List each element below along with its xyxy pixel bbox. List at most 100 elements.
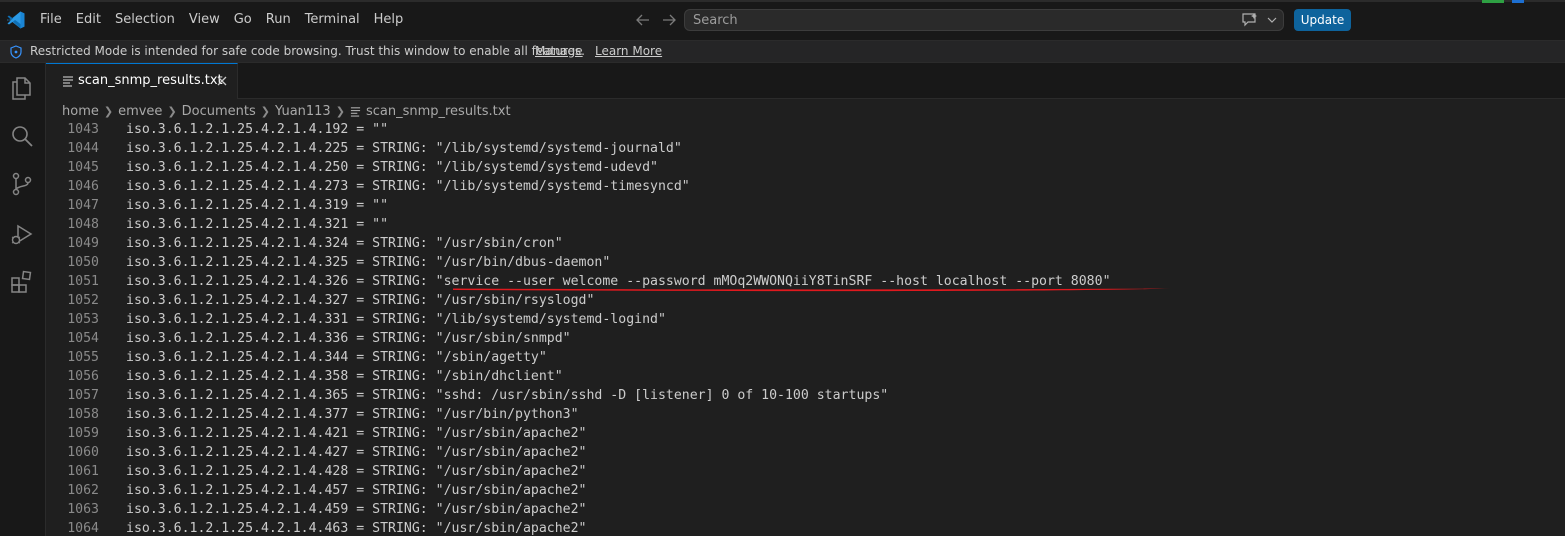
line-number: 1061 (67, 464, 99, 479)
line-text[interactable]: iso.3.6.1.2.1.25.4.2.1.4.273 = STRING: "… (126, 177, 690, 196)
line-text[interactable]: iso.3.6.1.2.1.25.4.2.1.4.428 = STRING: "… (126, 462, 587, 481)
code-line[interactable]: 1061 iso.3.6.1.2.1.25.4.2.1.4.428 = STRIN… (46, 462, 1565, 481)
command-center-search[interactable] (684, 9, 1284, 31)
tab-strip: scan_snmp_results.txt (46, 63, 1565, 99)
line-text[interactable]: iso.3.6.1.2.1.25.4.2.1.4.377 = STRING: "… (126, 405, 579, 424)
line-text[interactable]: iso.3.6.1.2.1.25.4.2.1.4.331 = STRING: "… (126, 310, 666, 329)
search-icon[interactable] (9, 123, 35, 149)
close-icon[interactable] (216, 75, 228, 87)
line-text[interactable]: iso.3.6.1.2.1.25.4.2.1.4.457 = STRING: "… (126, 481, 587, 500)
line-text[interactable]: iso.3.6.1.2.1.25.4.2.1.4.358 = STRING: "… (126, 367, 563, 386)
code-line[interactable]: 1049 iso.3.6.1.2.1.25.4.2.1.4.324 = STRIN… (46, 234, 1565, 253)
line-text[interactable]: iso.3.6.1.2.1.25.4.2.1.4.463 = STRING: "… (126, 519, 587, 536)
line-text[interactable]: iso.3.6.1.2.1.25.4.2.1.4.459 = STRING: "… (126, 500, 587, 519)
line-number: 1049 (67, 236, 99, 251)
line-number: 1043 (67, 122, 99, 137)
code-line[interactable]: 1063 iso.3.6.1.2.1.25.4.2.1.4.459 = STRIN… (46, 500, 1565, 519)
line-text[interactable]: iso.3.6.1.2.1.25.4.2.1.4.365 = STRING: "… (126, 386, 888, 405)
editor-content[interactable]: 1043 iso.3.6.1.2.1.25.4.2.1.4.192 = "" 10… (46, 120, 1565, 536)
menu-go[interactable]: Go (227, 0, 259, 40)
code-line[interactable]: 1054 iso.3.6.1.2.1.25.4.2.1.4.336 = STRIN… (46, 329, 1565, 348)
code-line[interactable]: 1048 iso.3.6.1.2.1.25.4.2.1.4.321 = "" (46, 215, 1565, 234)
manage-link[interactable]: Manage (535, 44, 583, 58)
tab-label: scan_snmp_results.txt (78, 73, 223, 88)
menu-help[interactable]: Help (367, 0, 411, 40)
line-text[interactable]: iso.3.6.1.2.1.25.4.2.1.4.225 = STRING: "… (126, 139, 682, 158)
arrow-right-icon[interactable] (660, 11, 678, 29)
explorer-icon[interactable] (9, 75, 35, 101)
line-text[interactable]: iso.3.6.1.2.1.25.4.2.1.4.324 = STRING: "… (126, 234, 563, 253)
breadcrumb-yuan113[interactable]: Yuan113 (275, 104, 331, 119)
menu-view[interactable]: View (182, 0, 227, 40)
source-control-icon[interactable] (9, 171, 35, 197)
line-text[interactable]: iso.3.6.1.2.1.25.4.2.1.4.319 = "" (126, 196, 388, 215)
text-file-icon (350, 106, 361, 117)
line-number: 1045 (67, 160, 99, 175)
line-number: 1046 (67, 179, 99, 194)
line-number: 1055 (67, 350, 99, 365)
code-line[interactable]: 1056 iso.3.6.1.2.1.25.4.2.1.4.358 = STRIN… (46, 367, 1565, 386)
chevron-right-icon: ❯ (260, 104, 270, 118)
activity-bar (0, 63, 46, 536)
code-line[interactable]: 1047 iso.3.6.1.2.1.25.4.2.1.4.319 = "" (46, 196, 1565, 215)
line-number: 1056 (67, 369, 99, 384)
code-line[interactable]: 1058 iso.3.6.1.2.1.25.4.2.1.4.377 = STRIN… (46, 405, 1565, 424)
title-bar: File Edit Selection View Go Run Terminal… (0, 0, 1565, 40)
update-button[interactable]: Update (1294, 9, 1351, 31)
code-line[interactable]: 1043 iso.3.6.1.2.1.25.4.2.1.4.192 = "" (46, 120, 1565, 139)
code-line[interactable]: 1060 iso.3.6.1.2.1.25.4.2.1.4.427 = STRIN… (46, 443, 1565, 462)
extensions-icon[interactable] (9, 269, 35, 295)
chat-icon[interactable] (1241, 12, 1259, 28)
chevron-right-icon: ❯ (103, 104, 114, 118)
arrow-left-icon[interactable] (634, 11, 652, 29)
line-text[interactable]: iso.3.6.1.2.1.25.4.2.1.4.327 = STRING: "… (126, 291, 594, 310)
line-text[interactable]: iso.3.6.1.2.1.25.4.2.1.4.250 = STRING: "… (126, 158, 658, 177)
code-line[interactable]: 1044 iso.3.6.1.2.1.25.4.2.1.4.225 = STRIN… (46, 139, 1565, 158)
vscode-logo-icon (7, 11, 25, 29)
breadcrumb-home[interactable]: home (62, 104, 99, 119)
line-text[interactable]: iso.3.6.1.2.1.25.4.2.1.4.192 = "" (126, 120, 388, 139)
line-text[interactable]: iso.3.6.1.2.1.25.4.2.1.4.321 = "" (126, 215, 388, 234)
breadcrumb-emvee[interactable]: emvee (118, 104, 162, 119)
line-number: 1050 (67, 255, 99, 270)
line-text[interactable]: iso.3.6.1.2.1.25.4.2.1.4.336 = STRING: "… (126, 329, 571, 348)
code-line[interactable]: 1052 iso.3.6.1.2.1.25.4.2.1.4.327 = STRIN… (46, 291, 1565, 310)
line-text[interactable]: iso.3.6.1.2.1.25.4.2.1.4.344 = STRING: "… (126, 348, 547, 367)
line-number: 1048 (67, 217, 99, 232)
menu-file[interactable]: File (33, 0, 69, 40)
code-line[interactable]: 1064 iso.3.6.1.2.1.25.4.2.1.4.463 = STRIN… (46, 519, 1565, 536)
run-debug-icon[interactable] (9, 221, 35, 247)
line-number: 1063 (67, 502, 99, 517)
code-line[interactable]: 1059 iso.3.6.1.2.1.25.4.2.1.4.421 = STRIN… (46, 424, 1565, 443)
menu-terminal[interactable]: Terminal (298, 0, 367, 40)
tab-scan-snmp-results[interactable]: scan_snmp_results.txt (46, 63, 238, 99)
code-line[interactable]: 1062 iso.3.6.1.2.1.25.4.2.1.4.457 = STRIN… (46, 481, 1565, 500)
line-number: 1060 (67, 445, 99, 460)
breadcrumb-documents[interactable]: Documents (182, 104, 256, 119)
breadcrumb: home ❯ emvee ❯ Documents ❯ Yuan113 ❯ sca… (62, 101, 511, 121)
line-number: 1059 (67, 426, 99, 441)
line-number: 1062 (67, 483, 99, 498)
status-indicator (1482, 0, 1504, 3)
line-number: 1064 (67, 521, 99, 536)
code-line[interactable]: 1046 iso.3.6.1.2.1.25.4.2.1.4.273 = STRIN… (46, 177, 1565, 196)
menu-run[interactable]: Run (259, 0, 298, 40)
code-line[interactable]: 1057 iso.3.6.1.2.1.25.4.2.1.4.365 = STRIN… (46, 386, 1565, 405)
search-input[interactable] (693, 10, 1213, 30)
line-text[interactable]: iso.3.6.1.2.1.25.4.2.1.4.325 = STRING: "… (126, 253, 610, 272)
menu-edit[interactable]: Edit (69, 0, 108, 40)
line-number: 1053 (67, 312, 99, 327)
chevron-down-icon[interactable] (1267, 15, 1277, 25)
line-number: 1058 (67, 407, 99, 422)
code-line[interactable]: 1053 iso.3.6.1.2.1.25.4.2.1.4.331 = STRIN… (46, 310, 1565, 329)
learn-more-link[interactable]: Learn More (595, 44, 662, 58)
breadcrumb-file[interactable]: scan_snmp_results.txt (366, 104, 511, 119)
text-file-icon (63, 76, 73, 87)
menu-selection[interactable]: Selection (108, 0, 182, 40)
code-line[interactable]: 1045 iso.3.6.1.2.1.25.4.2.1.4.250 = STRIN… (46, 158, 1565, 177)
line-text[interactable]: iso.3.6.1.2.1.25.4.2.1.4.421 = STRING: "… (126, 424, 587, 443)
line-number: 1047 (67, 198, 99, 213)
code-line[interactable]: 1050 iso.3.6.1.2.1.25.4.2.1.4.325 = STRIN… (46, 253, 1565, 272)
code-line[interactable]: 1055 iso.3.6.1.2.1.25.4.2.1.4.344 = STRIN… (46, 348, 1565, 367)
line-text[interactable]: iso.3.6.1.2.1.25.4.2.1.4.427 = STRING: "… (126, 443, 587, 462)
